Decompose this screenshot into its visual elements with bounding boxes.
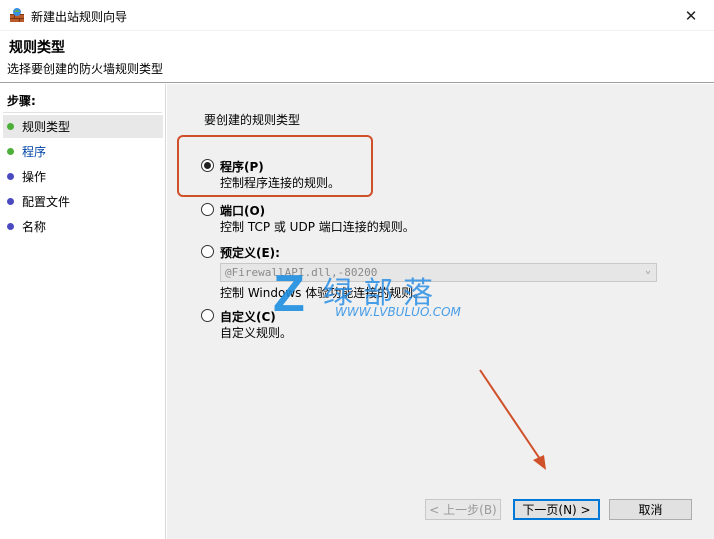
- option-description: 自定义规则。: [220, 326, 293, 340]
- step-status-dot-icon: [7, 123, 14, 130]
- sidebar-item-label: 配置文件: [22, 195, 71, 209]
- back-button-label: < 上一步(B): [429, 503, 497, 517]
- next-button[interactable]: 下一页(N) >: [513, 499, 600, 520]
- back-button: < 上一步(B): [425, 499, 501, 520]
- radio-predefined[interactable]: [201, 245, 214, 258]
- steps-sidebar: 步骤: 规则类型 程序 操作 配置文件 名称: [0, 84, 166, 539]
- chevron-down-icon: ⌄: [644, 265, 651, 276]
- step-status-dot-icon: [7, 223, 14, 230]
- option-description: 控制程序连接的规则。: [220, 176, 341, 190]
- title-bar: 新建出站规则向导 ✕: [0, 0, 714, 31]
- page-title: 规则类型: [9, 40, 65, 56]
- step-status-dot-icon: [7, 198, 14, 205]
- wizard-content: 要创建的规则类型 程序(P) 控制程序连接的规则。 端口(O) 控制 TCP 或…: [167, 84, 714, 539]
- sidebar-item-program[interactable]: 程序: [3, 140, 163, 163]
- option-label: 自定义(C): [220, 310, 276, 324]
- close-button[interactable]: ✕: [668, 0, 714, 31]
- page-subtitle: 选择要创建的防火墙规则类型: [7, 62, 164, 76]
- option-label: 预定义(E):: [220, 246, 280, 260]
- sidebar-item-profile: 配置文件: [3, 190, 163, 213]
- rule-type-prompt: 要创建的规则类型: [204, 113, 301, 127]
- sidebar-item-name: 名称: [3, 215, 163, 238]
- sidebar-item-rule-type[interactable]: 规则类型: [3, 115, 163, 138]
- cancel-button-label: 取消: [638, 503, 663, 517]
- radio-port[interactable]: [201, 203, 214, 216]
- firewall-app-icon: [10, 8, 24, 22]
- sidebar-item-label: 名称: [22, 220, 47, 234]
- window-title: 新建出站规则向导: [31, 10, 128, 24]
- option-label: 端口(O): [220, 204, 266, 218]
- step-status-dot-icon: [7, 148, 14, 155]
- option-description: 控制 TCP 或 UDP 端口连接的规则。: [220, 220, 415, 234]
- radio-custom[interactable]: [201, 309, 214, 322]
- sidebar-item-action: 操作: [3, 165, 163, 188]
- step-status-dot-icon: [7, 173, 14, 180]
- steps-divider: [3, 112, 162, 113]
- cancel-button[interactable]: 取消: [609, 499, 692, 520]
- sidebar-item-label: 规则类型: [22, 120, 71, 134]
- steps-heading: 步骤:: [7, 94, 36, 108]
- sidebar-item-label: 操作: [22, 170, 47, 184]
- close-icon: ✕: [684, 6, 698, 25]
- next-button-label: 下一页(N) >: [522, 503, 591, 517]
- predefined-select-value: @FirewallAPI.dll,-80200: [225, 266, 378, 279]
- radio-program[interactable]: [201, 159, 214, 172]
- sidebar-item-label: 程序: [22, 145, 47, 159]
- predefined-select: @FirewallAPI.dll,-80200 ⌄: [220, 263, 657, 282]
- wizard-header: 规则类型 选择要创建的防火墙规则类型: [0, 31, 714, 83]
- option-description: 控制 Windows 体验功能连接的规则。: [220, 286, 426, 300]
- option-label: 程序(P): [220, 160, 264, 174]
